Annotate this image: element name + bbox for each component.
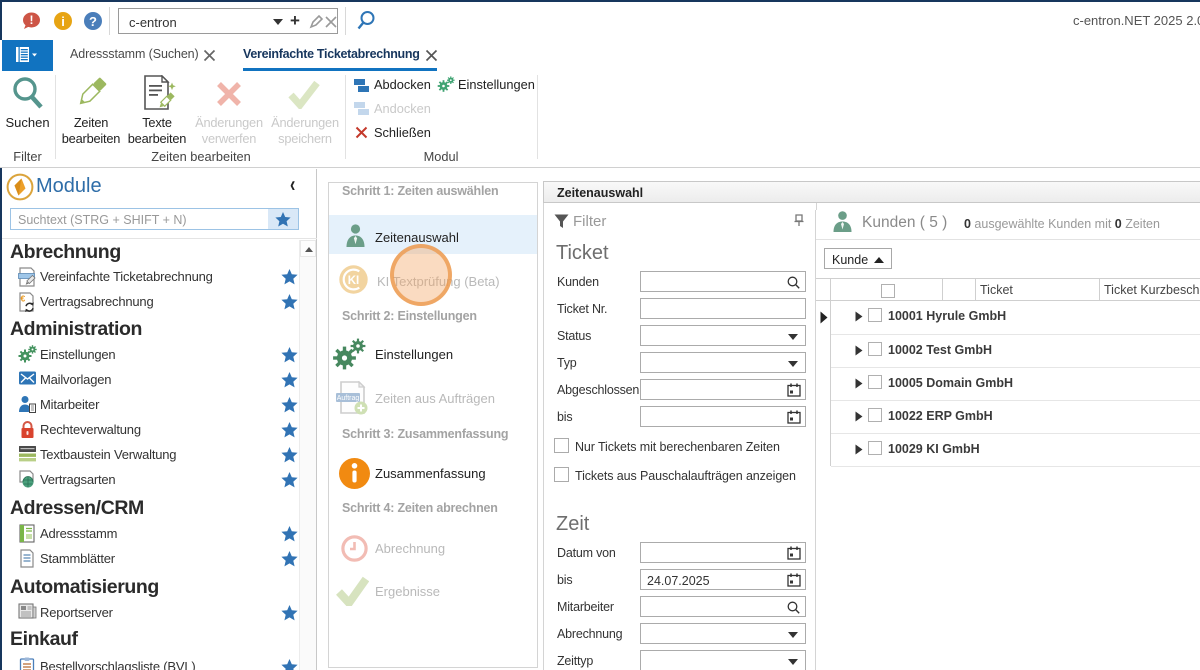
svg-text:KI: KI (348, 275, 360, 287)
svg-text:€: € (21, 294, 26, 304)
svg-text:i: i (61, 14, 65, 29)
svg-text:Auftrag: Auftrag (337, 395, 360, 402)
svg-text:?: ? (89, 14, 97, 29)
svg-text:!: ! (30, 13, 34, 27)
